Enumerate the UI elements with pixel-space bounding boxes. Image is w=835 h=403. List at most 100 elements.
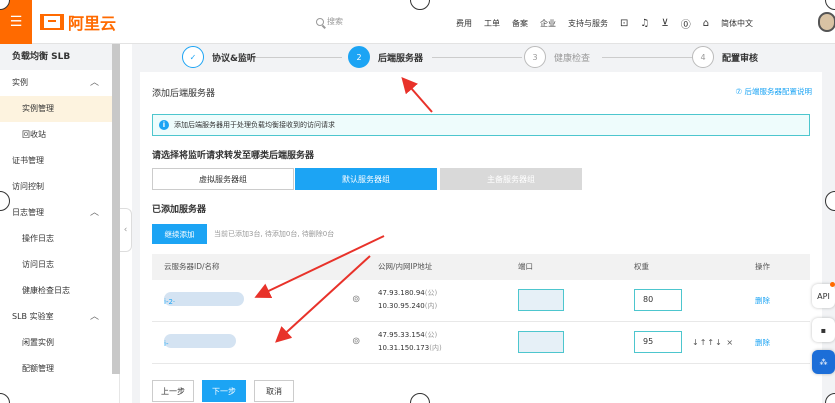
apps-grid-icon[interactable]: ⁂: [812, 350, 835, 374]
redacted-id: [164, 292, 244, 306]
notification-dot: [830, 282, 835, 287]
language-switch[interactable]: 简体中文: [721, 18, 753, 29]
private-ip: 10.30.95.240(内): [378, 302, 438, 310]
terminal-icon[interactable]: ⊡: [620, 18, 628, 29]
chevron-up-icon[interactable]: ︿: [90, 70, 99, 96]
table-header: 云服务器ID/名称 公网/内网IP地址 端口 权重 操作: [152, 254, 810, 280]
cancel-button[interactable]: 取消: [254, 380, 294, 402]
prev-step-button[interactable]: 上一步: [152, 380, 194, 402]
step-connector: [602, 57, 702, 58]
add-status-hint: 当前已添加3台, 待添加0台, 待删除0台: [214, 230, 335, 238]
cart-icon[interactable]: ⊻: [661, 18, 668, 29]
nav-fees[interactable]: 费用: [456, 18, 472, 29]
step-label: 配置审核: [722, 53, 759, 64]
next-step-button[interactable]: 下一步: [202, 380, 246, 402]
step-connector: [432, 57, 522, 58]
sidebar-item[interactable]: 健康检查日志: [0, 278, 119, 304]
sidebar-item[interactable]: 回收站: [0, 122, 119, 148]
search-icon: [316, 17, 324, 26]
server-id-link[interactable]: i-: [164, 340, 168, 348]
continue-add-button[interactable]: 继续添加: [152, 224, 207, 244]
port-input[interactable]: [518, 331, 564, 353]
home-icon[interactable]: ⌂: [703, 18, 709, 29]
aliyun-logo[interactable]: 阿里云: [40, 10, 116, 34]
sidebar-scrollbar[interactable]: [112, 44, 120, 374]
server-id-link[interactable]: i-2·: [164, 298, 175, 306]
help-link[interactable]: ⑦ 后端服务器配置说明: [735, 86, 812, 97]
sidebar-item-label: 访问日志: [22, 260, 54, 269]
nav-tickets[interactable]: 工单: [484, 18, 500, 29]
sidebar-item-label: 日志管理: [12, 208, 44, 217]
nav-icp[interactable]: 备案: [512, 18, 528, 29]
step-backend-servers: 2 后端服务器: [348, 46, 423, 68]
sidebar-item-label: 访问控制: [12, 182, 44, 191]
sidebar-item-label: SLB 实验室: [12, 312, 54, 321]
sidebar-item[interactable]: 日志管理 ︿: [0, 200, 119, 226]
sidebar-item[interactable]: 访问日志: [0, 252, 119, 278]
sidebar-item-label: 回收站: [22, 130, 46, 139]
nav-enterprise[interactable]: 企业: [540, 18, 556, 29]
sidebar-item[interactable]: 操作日志: [0, 226, 119, 252]
sidebar-item[interactable]: 访问控制: [0, 174, 119, 200]
step-number: 2: [348, 46, 370, 68]
message-icon[interactable]: ▪: [812, 318, 835, 342]
tab-default-server-group[interactable]: 默认服务器组: [295, 168, 437, 190]
delete-link[interactable]: 删除: [755, 337, 770, 348]
location-pin-icon: ⊚: [352, 336, 361, 347]
info-text: 添加后端服务器用于处理负载均衡接收到的访问请求: [174, 121, 335, 129]
server-type-question: 请选择将监听请求转发至哪类后端服务器: [152, 151, 315, 161]
avatar[interactable]: [818, 12, 835, 32]
step-label: 健康检查: [554, 53, 591, 64]
step-health-check: 3 健康检查: [524, 46, 590, 68]
tab-virtual-server-group[interactable]: 虚拟服务器组: [152, 168, 294, 190]
notification-bell-icon[interactable]: ♫: [640, 18, 649, 29]
delete-link[interactable]: 删除: [755, 295, 770, 306]
step-config-review: 4 配置审核: [692, 46, 758, 68]
step-number: 4: [692, 46, 714, 68]
chevron-up-icon[interactable]: ︿: [90, 304, 99, 330]
port-input[interactable]: [518, 289, 564, 311]
weight-adjust-controls[interactable]: ↓↑↑↓ ×: [692, 338, 734, 347]
column-header: 操作: [755, 262, 770, 271]
sidebar-list: 实例 ︿ 实例管理 回收站 证书管理 访问控制 日志管理 ︿ 操作日志 访问日志 健康检查日志 SLB…: [0, 70, 119, 382]
tab-primary-backup-group[interactable]: 主备服务器组: [440, 168, 582, 190]
column-header: 权重: [634, 262, 649, 271]
api-button[interactable]: API: [812, 284, 835, 308]
sidebar: 负载均衡 SLB 实例 ︿ 实例管理 回收站 证书管理 访问控制 日志管理 ︿ 操作日志 访问日志…: [0, 44, 120, 403]
weight-input[interactable]: 80: [634, 289, 682, 311]
top-nav: 费用 工单 备案 企业 支持与服务 ⊡ ♫ ⊻ ⓪ ⌂ 简体中文: [456, 16, 765, 31]
chevron-up-icon[interactable]: ︿: [90, 200, 99, 226]
sidebar-item-label: 健康检查日志: [22, 286, 70, 295]
step-number: 3: [524, 46, 546, 68]
nav-support[interactable]: 支持与服务: [568, 18, 608, 29]
sidebar-item[interactable]: 配额管理: [0, 356, 119, 382]
step-label: 后端服务器: [378, 53, 424, 64]
column-header: 云服务器ID/名称: [164, 262, 220, 271]
sidebar-item-label: 证书管理: [12, 156, 44, 165]
private-ip: 10.31.150.173(内): [378, 344, 442, 352]
sidebar-item-label: 实例管理: [22, 104, 54, 113]
weight-input[interactable]: 95: [634, 331, 682, 353]
sidebar-item[interactable]: 闲置实例: [0, 330, 119, 356]
step-check-icon: ✓: [182, 46, 204, 68]
info-banner: i 添加后端服务器用于处理负载均衡接收到的访问请求: [152, 114, 810, 136]
help-icon[interactable]: ⓪: [681, 16, 691, 31]
panel-title: 添加后端服务器: [152, 89, 216, 99]
sidebar-item-label: 闲置实例: [22, 338, 54, 347]
sidebar-collapse-chevron-icon[interactable]: ‹: [120, 208, 132, 252]
public-ip: 47.95.33.154(公): [378, 331, 438, 339]
logo-mark-icon: [40, 14, 64, 30]
sidebar-item[interactable]: 实例管理: [0, 96, 119, 122]
sidebar-item[interactable]: SLB 实验室 ︿: [0, 304, 119, 330]
step-protocol-listener: ✓ 协议&监听: [182, 46, 256, 68]
table-row: i- ⊚ 47.95.33.154(公) 10.31.150.173(内) 95…: [152, 324, 810, 364]
redacted-id: [164, 334, 236, 348]
step-label: 协议&监听: [212, 53, 256, 64]
sidebar-item[interactable]: 证书管理: [0, 148, 119, 174]
sidebar-item[interactable]: 实例 ︿: [0, 70, 119, 96]
location-pin-icon: ⊚: [352, 294, 361, 305]
added-servers-title: 已添加服务器: [152, 205, 207, 215]
logo-text: 阿里云: [68, 14, 117, 33]
search-input[interactable]: 搜索: [316, 16, 343, 27]
column-header: 端口: [518, 262, 533, 271]
